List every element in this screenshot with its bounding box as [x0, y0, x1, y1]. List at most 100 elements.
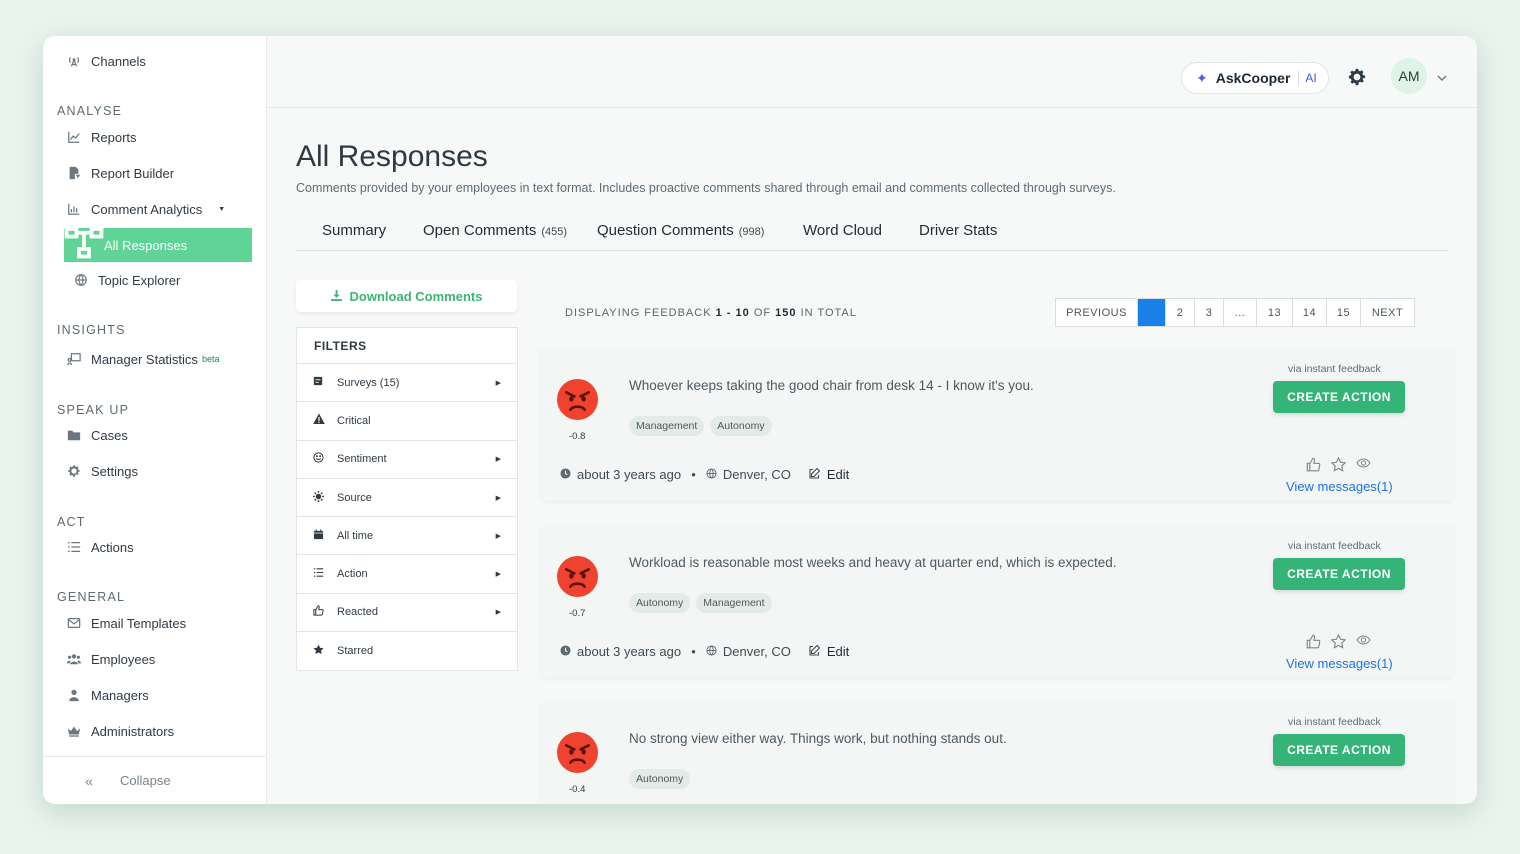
eye-icon[interactable] — [1356, 634, 1371, 649]
next-page-button[interactable]: NEXT — [1361, 299, 1414, 326]
filter-source[interactable]: Source ▶ — [297, 479, 517, 518]
filter-label: All time — [337, 529, 374, 542]
thumbs-up-icon[interactable] — [1306, 634, 1321, 649]
comment-meta: about 3 years ago ● Denver, CO Edit — [560, 644, 849, 659]
caret-down-icon: ▼ — [218, 205, 226, 213]
filter-starred[interactable]: Starred — [297, 632, 517, 670]
sidebar-item-manager-statistics[interactable]: Manager Statistics beta — [57, 345, 219, 373]
section-analyse: ANALYSE — [57, 104, 123, 118]
comment-text: Whoever keeps taking the good chair from… — [629, 378, 1034, 393]
sidebar-item-administrators[interactable]: Administrators — [57, 717, 174, 745]
filter-sentiment[interactable]: Sentiment ▶ — [297, 441, 517, 479]
download-icon — [330, 289, 342, 304]
tab-question-comments[interactable]: Question Comments (998) — [597, 222, 764, 239]
page-13-button[interactable]: 13 — [1257, 299, 1293, 326]
star-icon[interactable] — [1331, 634, 1346, 649]
sidebar-item-report-builder[interactable]: Report Builder — [57, 159, 174, 187]
sidebar-item-all-responses[interactable]: All Responses — [64, 226, 252, 262]
comment-meta: about 3 years ago ● Denver, CO Edit — [560, 467, 849, 482]
thumbs-up-icon[interactable] — [1306, 457, 1321, 472]
sidebar-item-cases[interactable]: Cases — [57, 421, 128, 449]
tag[interactable]: Autonomy — [629, 769, 691, 789]
page-1-button[interactable]: 1 — [1138, 299, 1166, 326]
filter-label: Surveys (15) — [337, 376, 400, 389]
reaction-bar — [1306, 457, 1371, 472]
page-3-button[interactable]: 3 — [1195, 299, 1224, 326]
sidebar-item-comment-analytics[interactable]: Comment Analytics ▼ — [57, 195, 225, 223]
globe-icon — [64, 273, 98, 287]
globe-icon — [706, 467, 717, 482]
sentiment-score: -0.4 — [569, 784, 586, 795]
edit-button[interactable]: Edit — [809, 467, 849, 482]
tab-label: Question Comments — [597, 222, 734, 239]
sidebar-item-label: Managers — [91, 687, 149, 703]
star-icon — [313, 644, 337, 658]
tab-driver-stats[interactable]: Driver Stats — [919, 222, 997, 239]
filter-label: Reacted — [337, 606, 378, 619]
avatar[interactable]: AM — [1391, 58, 1427, 94]
page-14-button[interactable]: 14 — [1293, 299, 1327, 326]
tab-word-cloud[interactable]: Word Cloud — [803, 222, 882, 239]
view-messages-link[interactable]: View messages(1) — [1286, 479, 1393, 494]
sidebar-item-label: Employees — [91, 651, 156, 667]
page-15-button[interactable]: 15 — [1327, 299, 1361, 326]
tab-summary[interactable]: Summary — [322, 222, 386, 239]
tab-open-comments[interactable]: Open Comments (455) — [423, 222, 567, 239]
sidebar-item-topic-explorer[interactable]: Topic Explorer — [64, 266, 180, 294]
tag[interactable]: Autonomy — [710, 416, 772, 436]
askcooper-label: AskCooper — [1215, 70, 1291, 86]
caret-right-icon: ▶ — [495, 494, 501, 502]
edit-icon — [809, 644, 821, 659]
globe-icon — [706, 644, 717, 659]
sidebar-item-label: Channels — [91, 53, 146, 69]
sidebar-item-channels[interactable]: Channels — [57, 47, 146, 75]
summary-of: OF — [753, 307, 772, 319]
filter-label: Source — [337, 491, 372, 504]
tag[interactable]: Management — [696, 593, 772, 613]
download-comments-button[interactable]: Download Comments — [296, 280, 517, 312]
comment-time: about 3 years ago — [577, 644, 682, 659]
sidebar-item-email-templates[interactable]: Email Templates — [57, 609, 186, 637]
sidebar-item-actions[interactable]: Actions — [57, 533, 134, 561]
app-window: Channels ANALYSE Reports Report Builder … — [43, 36, 1477, 804]
tag[interactable]: Management — [629, 416, 705, 436]
collapse-button[interactable]: « Collapse — [43, 756, 267, 804]
filters-panel: FILTERS Surveys (15) ▶ Critical Sentimen… — [296, 327, 518, 672]
tab-label: Summary — [322, 222, 387, 239]
page-2-button[interactable]: 2 — [1166, 299, 1195, 326]
filter-action[interactable]: Action ▶ — [297, 555, 517, 594]
create-action-button[interactable]: CREATE ACTION — [1273, 734, 1405, 766]
section-speak-up: SPEAK UP — [57, 403, 130, 417]
sidebar-item-managers[interactable]: Managers — [57, 681, 149, 709]
sidebar-item-label: Administrators — [91, 723, 175, 739]
sidebar-item-settings[interactable]: Settings — [57, 457, 138, 485]
chevron-down-icon[interactable] — [1437, 72, 1447, 84]
sidebar-item-label: Settings — [91, 463, 138, 479]
previous-page-button[interactable]: PREVIOUS — [1056, 299, 1138, 326]
filter-surveys[interactable]: Surveys (15) ▶ — [297, 364, 517, 403]
tag[interactable]: Autonomy — [629, 593, 691, 613]
view-messages-link[interactable]: View messages(1) — [1286, 656, 1393, 671]
filter-all-time[interactable]: All time ▶ — [297, 517, 517, 556]
summary-prefix: DISPLAYING FEEDBACK — [565, 307, 712, 319]
feedback-source: via instant feedback — [1288, 540, 1381, 552]
sidebar-item-reports[interactable]: Reports — [57, 123, 137, 151]
section-insights: INSIGHTS — [57, 323, 126, 337]
download-label: Download Comments — [349, 288, 483, 304]
bar-chart-icon — [57, 202, 91, 216]
create-action-button[interactable]: CREATE ACTION — [1273, 558, 1405, 590]
sidebar-item-employees[interactable]: Employees — [57, 645, 155, 673]
star-icon[interactable] — [1331, 457, 1346, 472]
page-title: All Responses — [296, 140, 488, 173]
filter-label: Action — [337, 568, 368, 581]
filter-critical[interactable]: Critical — [297, 402, 517, 441]
askcooper-button[interactable]: ✦ AskCooper AI — [1181, 62, 1329, 94]
edit-button[interactable]: Edit — [809, 644, 849, 659]
warning-icon — [313, 413, 337, 428]
feedback-count-summary: DISPLAYING FEEDBACK 1 - 10 OF 150 IN TOT… — [565, 307, 857, 319]
settings-gear-icon[interactable] — [1347, 67, 1369, 89]
separator-dot: ● — [691, 470, 696, 479]
create-action-button[interactable]: CREATE ACTION — [1273, 381, 1405, 413]
filter-reacted[interactable]: Reacted ▶ — [297, 594, 517, 633]
eye-icon[interactable] — [1356, 457, 1371, 472]
